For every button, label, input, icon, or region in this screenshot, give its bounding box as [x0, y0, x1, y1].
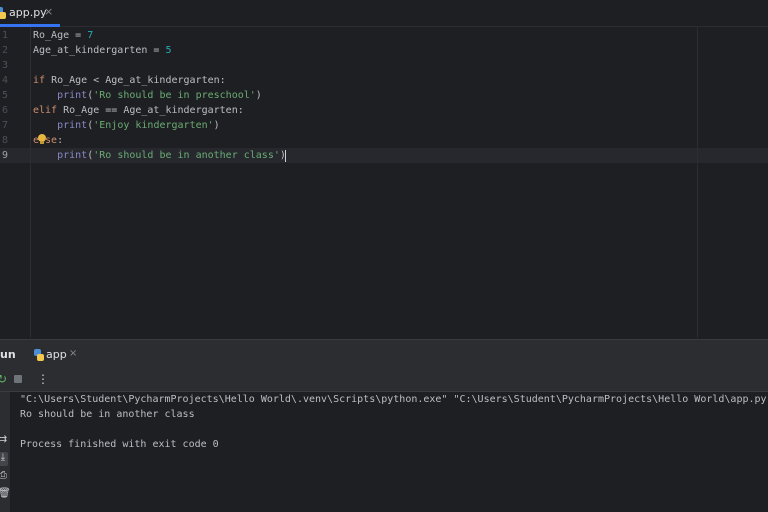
code-token: print	[57, 120, 88, 131]
line-number: 2	[1, 45, 8, 56]
tab-app-py[interactable]: app.py ×	[0, 0, 60, 27]
code-line[interactable]: 7 print('Enjoy kindergarten')	[0, 118, 768, 133]
line-number: 6	[1, 105, 8, 116]
code-line[interactable]: 9 print('Ro should be in another class')	[0, 148, 768, 163]
python-file-icon	[0, 7, 6, 19]
code-token: )	[255, 90, 262, 101]
run-tool-window-header: un app ×	[0, 339, 768, 369]
console-exit-line: Process finished with exit code 0	[20, 439, 219, 450]
code-token: 'Ro should be in preschool'	[93, 90, 256, 101]
code-token: 7	[87, 30, 94, 41]
run-toolbar: ↻ ⋮	[0, 369, 768, 392]
python-file-icon	[34, 349, 44, 361]
code-token: if	[33, 75, 46, 86]
console-output-line: Ro should be in another class	[20, 409, 195, 420]
run-window-title: un	[0, 348, 16, 361]
code-line[interactable]: 1 Ro_Age = 7	[0, 28, 768, 43]
code-token: 5	[165, 45, 172, 56]
stop-icon[interactable]	[14, 375, 22, 383]
console-output[interactable]: "C:\Users\Student\PycharmProjects\Hello …	[10, 392, 768, 512]
rerun-icon[interactable]: ↻	[0, 372, 7, 386]
print-icon[interactable]: ⎙	[0, 470, 8, 484]
close-icon[interactable]: ×	[69, 348, 77, 359]
console-command-line: "C:\Users\Student\PycharmProjects\Hello …	[20, 394, 768, 405]
editor-tab-bar: app.py ×	[0, 0, 768, 27]
line-number: 9	[1, 150, 8, 161]
code-text: print('Ro should be in another class')	[33, 148, 286, 163]
code-text: if Ro_Age < Age_at_kindergarten:	[33, 73, 226, 88]
line-number: 7	[1, 120, 8, 131]
close-icon[interactable]: ×	[44, 5, 53, 18]
code-token: :	[57, 135, 64, 146]
code-token: elif	[33, 105, 58, 116]
code-line[interactable]: 8else:	[0, 133, 768, 148]
line-number: 8	[1, 135, 8, 146]
code-token: Ro_Age == Age_at_kindergarten:	[57, 105, 244, 116]
code-editor[interactable]: 1 Ro_Age = 7 2 Age_at_kindergarten = 5 3 4 if …	[0, 27, 768, 338]
code-token: print	[57, 150, 88, 161]
code-line[interactable]: 4 if Ro_Age < Age_at_kindergarten:	[0, 73, 768, 88]
soft-wrap-icon[interactable]: ⇉	[0, 434, 8, 448]
more-options-icon[interactable]: ⋮	[37, 372, 49, 386]
line-number: 5	[1, 90, 8, 101]
code-token: 'Enjoy kindergarten'	[93, 120, 214, 131]
code-token: )	[213, 120, 220, 131]
code-text: print('Ro should be in preschool')	[33, 88, 262, 103]
run-tab-app[interactable]: app ×	[26, 340, 86, 369]
code-token: print	[57, 90, 88, 101]
code-token: Ro_Age < Age_at_kindergarten:	[45, 75, 226, 86]
code-text: Ro_Age = 7	[33, 28, 93, 43]
lightbulb-stem	[40, 141, 44, 144]
code-text: Age_at_kindergarten = 5	[33, 43, 171, 58]
line-number: 4	[1, 75, 8, 86]
tab-label: app.py	[9, 6, 47, 19]
line-number: 1	[1, 30, 8, 41]
code-line[interactable]: 6 elif Ro_Age == Age_at_kindergarten:	[0, 103, 768, 118]
code-line[interactable]: 2 Age_at_kindergarten = 5	[0, 43, 768, 58]
code-token: Ro_Age =	[33, 30, 88, 41]
code-line[interactable]: 5 print('Ro should be in preschool')	[0, 88, 768, 103]
run-tab-label: app	[46, 348, 67, 361]
code-line[interactable]: 3	[0, 58, 768, 73]
code-text: print('Enjoy kindergarten')	[33, 118, 220, 133]
code-text: elif Ro_Age == Age_at_kindergarten:	[33, 103, 244, 118]
code-token: Age_at_kindergarten =	[33, 45, 166, 56]
trash-icon[interactable]: 🗑	[0, 488, 11, 502]
text-caret	[285, 150, 286, 162]
console-side-toolbar: ⇉ ⤓ ⎙ 🗑	[0, 392, 11, 512]
code-token: 'Ro should be in another class'	[93, 150, 280, 161]
line-number: 3	[1, 60, 8, 71]
scroll-to-end-icon[interactable]: ⤓	[0, 452, 8, 466]
